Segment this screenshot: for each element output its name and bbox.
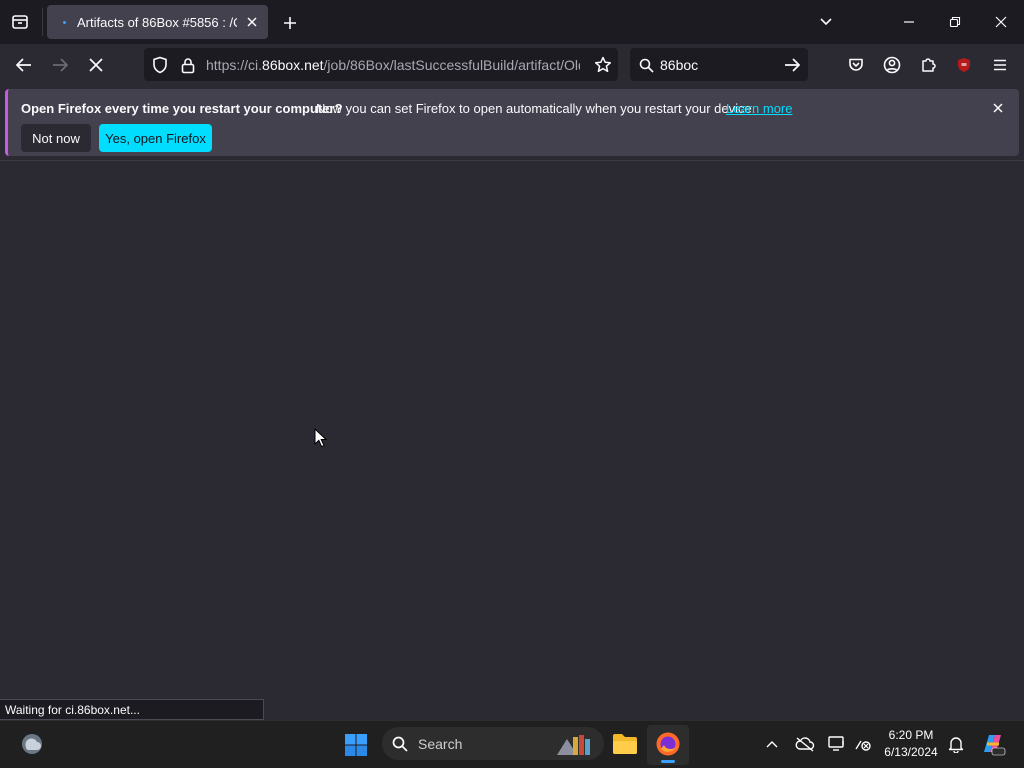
minimize-button[interactable] bbox=[897, 12, 921, 32]
url-path: /job/86Box/lastSuccessfulBuild/artifact/… bbox=[323, 57, 580, 73]
taskbar-search-label: Search bbox=[418, 736, 463, 752]
network-button[interactable] bbox=[852, 734, 874, 754]
learn-more-link[interactable]: Learn more bbox=[726, 101, 792, 116]
bookmark-button[interactable] bbox=[592, 54, 614, 76]
cloud-offline-icon bbox=[795, 737, 815, 752]
firefox-icon bbox=[654, 730, 682, 758]
arrow-right-icon bbox=[785, 58, 800, 72]
close-icon bbox=[247, 17, 257, 27]
ublock-origin-button[interactable] bbox=[953, 54, 975, 76]
close-icon bbox=[995, 16, 1007, 28]
status-panel: Waiting for ci.86box.net... bbox=[0, 699, 264, 720]
puzzle-icon bbox=[922, 58, 936, 72]
tab-divider bbox=[42, 8, 43, 36]
ublock-origin-icon bbox=[958, 58, 970, 72]
file-explorer-button[interactable] bbox=[610, 730, 640, 758]
firefox-view-button[interactable] bbox=[8, 11, 32, 33]
close-window-button[interactable] bbox=[989, 12, 1013, 32]
tab-close-button[interactable] bbox=[242, 12, 262, 32]
app-menu-button[interactable] bbox=[989, 54, 1011, 76]
pocket-icon bbox=[849, 58, 863, 71]
site-info-button[interactable] bbox=[178, 55, 198, 75]
pocket-button[interactable] bbox=[845, 54, 867, 76]
network-icon bbox=[855, 740, 871, 751]
close-icon bbox=[993, 103, 1003, 113]
lock-icon bbox=[181, 57, 195, 73]
star-icon bbox=[594, 56, 612, 73]
url-domain: 86box.net bbox=[262, 57, 324, 73]
plus-icon bbox=[284, 17, 296, 29]
account-button[interactable] bbox=[881, 54, 903, 76]
widgets-button[interactable] bbox=[18, 730, 46, 758]
search-input[interactable]: 86boc bbox=[660, 57, 698, 73]
hamburger-menu-icon bbox=[994, 59, 1006, 71]
folder-icon bbox=[613, 734, 637, 754]
yes-open-firefox-button[interactable]: Yes, open Firefox bbox=[99, 124, 212, 152]
back-button[interactable] bbox=[12, 53, 36, 77]
tab-artifacts[interactable]: Artifacts of 86Box #5856 : /Old Builds bbox=[47, 5, 268, 39]
weather-icon bbox=[22, 734, 42, 754]
list-all-tabs-button[interactable] bbox=[815, 12, 837, 32]
tracking-protection-button[interactable] bbox=[150, 55, 170, 75]
arrow-right-icon bbox=[53, 58, 68, 72]
clock-date[interactable]: 6/13/2024 bbox=[880, 745, 942, 759]
mouse-cursor bbox=[314, 428, 327, 448]
notification-close-button[interactable] bbox=[988, 98, 1008, 118]
copilot-button[interactable] bbox=[978, 730, 1008, 758]
search-icon bbox=[636, 55, 656, 75]
url-text[interactable]: https://ci.86box.net/job/86Box/lastSucce… bbox=[206, 57, 580, 73]
restore-icon bbox=[949, 16, 961, 28]
copilot-icon bbox=[984, 735, 1006, 756]
display-button[interactable] bbox=[826, 734, 848, 754]
chevron-up-icon bbox=[766, 741, 778, 748]
start-button[interactable] bbox=[342, 731, 370, 759]
new-tab-button[interactable] bbox=[279, 12, 301, 34]
search-icon bbox=[390, 735, 410, 753]
bell-icon bbox=[948, 737, 964, 753]
stop-button[interactable] bbox=[84, 53, 108, 77]
restore-button[interactable] bbox=[943, 12, 967, 32]
minimize-icon bbox=[904, 21, 914, 23]
tab-loading-indicator bbox=[63, 20, 66, 24]
monitor-icon bbox=[828, 736, 844, 751]
show-hidden-icons-button[interactable] bbox=[762, 734, 782, 754]
notification-message: Now you can set Firefox to open automati… bbox=[316, 101, 756, 116]
extensions-button[interactable] bbox=[917, 54, 939, 76]
search-highlight-icon bbox=[553, 731, 595, 757]
shield-icon bbox=[153, 56, 167, 74]
windows-logo-icon bbox=[345, 734, 367, 756]
clock-time[interactable]: 6:20 PM bbox=[880, 728, 942, 742]
account-icon bbox=[883, 56, 901, 74]
active-app-indicator bbox=[661, 760, 675, 763]
stop-icon bbox=[89, 58, 103, 72]
firefox-view-icon bbox=[12, 15, 28, 29]
search-go-button[interactable] bbox=[780, 54, 804, 76]
onedrive-button[interactable] bbox=[794, 734, 816, 754]
not-now-button[interactable]: Not now bbox=[21, 124, 91, 152]
page-content[interactable] bbox=[0, 161, 1024, 699]
arrow-left-icon bbox=[16, 58, 31, 72]
chevron-down-icon bbox=[820, 18, 832, 26]
forward-button[interactable] bbox=[48, 53, 72, 77]
notification-title: Open Firefox every time you restart your… bbox=[21, 101, 343, 116]
notifications-button[interactable] bbox=[946, 734, 966, 754]
url-prefix: https://ci. bbox=[206, 57, 263, 73]
tab-title: Artifacts of 86Box #5856 : /Old Builds bbox=[77, 14, 237, 30]
